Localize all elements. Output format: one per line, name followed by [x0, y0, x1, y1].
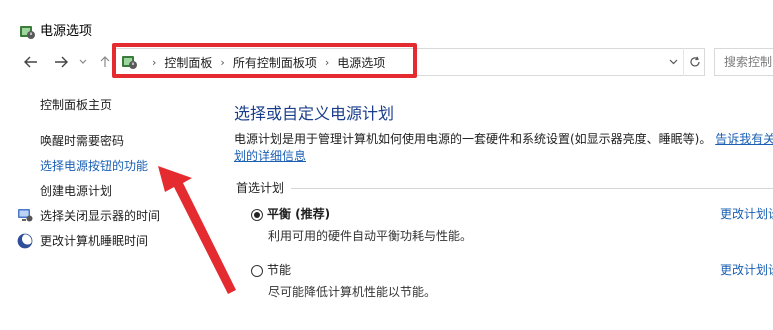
sidebar-item-wake-password[interactable]: 唤醒时需要密码 — [40, 133, 124, 149]
display-icon — [18, 209, 33, 222]
refresh-icon — [689, 56, 700, 67]
forward-arrow-icon — [55, 56, 68, 68]
preferred-plans-label: 首选计划 — [236, 181, 285, 195]
search-placeholder: 搜索控制 — [724, 55, 773, 69]
chevron-down-icon — [79, 59, 87, 64]
up-arrow-icon — [100, 56, 110, 67]
refresh-button[interactable] — [683, 48, 705, 76]
radio-selected-dot — [254, 212, 260, 218]
power-saver-plan-radio[interactable] — [251, 265, 263, 277]
power-options-icon — [20, 26, 35, 39]
balanced-plan-radio[interactable] — [251, 209, 263, 221]
sidebar-item-display-off-time[interactable]: 选择关闭显示器的时间 — [40, 208, 160, 224]
plan-details-link[interactable]: 告诉我有关 — [715, 132, 773, 146]
sidebar-item-control-panel-home[interactable]: 控制面板主页 — [40, 97, 112, 113]
chevron-down-icon — [669, 59, 677, 65]
balanced-plan-description: 利用可用的硬件自动平衡功耗与性能。 — [268, 229, 473, 243]
balanced-plan-name[interactable]: 平衡 (推荐) — [267, 206, 330, 222]
moon-icon — [17, 233, 33, 249]
section-divider — [291, 188, 773, 189]
sidebar-item-create-plan[interactable]: 创建电源计划 — [40, 183, 112, 199]
sidebar-item-sleep-time[interactable]: 更改计算机睡眠时间 — [40, 233, 148, 249]
plan-details-link-continued[interactable]: 划的详细信息 — [234, 148, 306, 164]
power-saver-plan-description: 尽可能降低计算机性能以节能。 — [268, 285, 437, 299]
forward-button[interactable] — [48, 48, 74, 76]
sidebar-item-power-buttons[interactable]: 选择电源按钮的功能 — [40, 158, 148, 174]
back-button[interactable] — [18, 48, 44, 76]
address-dropdown-button[interactable] — [664, 48, 682, 76]
description-text: 电源计划是用于管理计算机如何使用电源的一套硬件和系统设置(如显示器亮度、睡眠等)… — [234, 132, 712, 146]
plan-description: 电源计划是用于管理计算机如何使用电源的一套硬件和系统设置(如显示器亮度、睡眠等)… — [234, 131, 773, 147]
change-balanced-plan-settings-link[interactable]: 更改计划设 — [720, 206, 773, 222]
title-bar — [0, 0, 773, 44]
highlight-annotation — [112, 43, 417, 78]
page-title: 选择或自定义电源计划 — [234, 104, 395, 123]
window-title: 电源选项 — [40, 24, 93, 39]
back-arrow-icon — [24, 56, 37, 68]
power-saver-plan-name[interactable]: 节能 — [267, 262, 291, 278]
recent-locations-dropdown[interactable] — [76, 48, 90, 76]
change-power-saver-plan-settings-link[interactable]: 更改计划设 — [720, 262, 773, 278]
